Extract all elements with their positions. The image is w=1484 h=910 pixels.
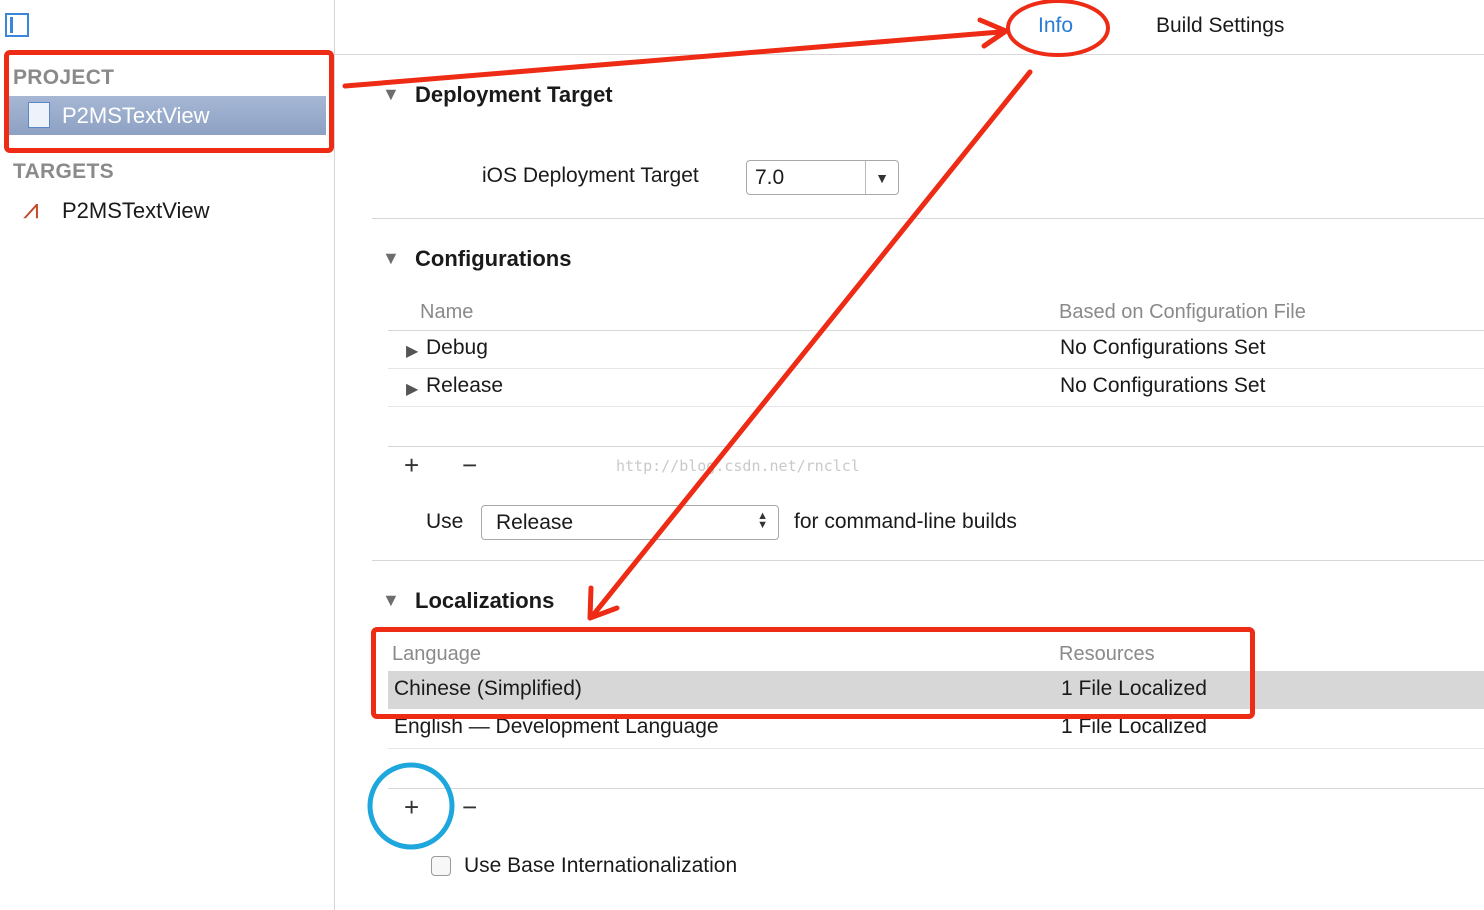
section-divider <box>372 218 1484 219</box>
tab-build-settings[interactable]: Build Settings <box>1156 14 1284 38</box>
deployment-disclosure-icon[interactable]: ▼ <box>382 84 400 105</box>
disclosure-triangle-icon[interactable]: ▶ <box>406 379 418 399</box>
chevron-down-icon[interactable]: ▼ <box>865 161 898 194</box>
annotation-project-box <box>4 50 334 153</box>
remove-localization-button[interactable]: − <box>462 792 477 823</box>
command-line-config-value: Release <box>496 511 574 534</box>
annotation-arrowhead-info <box>977 17 1009 49</box>
ios-deployment-value: 7.0 <box>755 166 785 189</box>
config-name: Debug <box>426 336 488 359</box>
add-localization-button[interactable]: + <box>404 792 419 823</box>
section-divider <box>372 560 1484 561</box>
annotation-arrowhead-localizations <box>587 585 620 621</box>
localizations-disclosure-icon[interactable]: ▼ <box>382 590 400 611</box>
col-header-name[interactable]: Name <box>420 301 473 324</box>
annotation-arrow-to-info <box>342 29 1003 89</box>
base-internationalization-label: Use Base Internationalization <box>464 854 738 877</box>
configurations-disclosure-icon[interactable]: ▼ <box>382 248 400 269</box>
ios-deployment-combobox[interactable]: 7.0 ▼ <box>746 160 899 195</box>
config-file: No Configurations Set <box>1060 336 1266 359</box>
sidebar-toggle-icon[interactable] <box>5 13 29 37</box>
table-row[interactable]: ▶ Debug No Configurations Set <box>388 331 1484 368</box>
config-file: No Configurations Set <box>1060 374 1266 397</box>
sidebar-item-target[interactable]: ⩘ P2MSTextView <box>8 192 326 230</box>
tab-info[interactable]: Info <box>1038 14 1073 38</box>
ios-deployment-label: iOS Deployment Target <box>482 164 699 187</box>
config-name: Release <box>426 374 504 397</box>
use-label: Use <box>426 510 464 533</box>
row-divider <box>388 406 1484 407</box>
sidebar-item-label: P2MSTextView <box>62 198 210 223</box>
table-bottom-divider <box>388 788 1484 789</box>
base-internationalization-checkbox[interactable] <box>431 856 451 876</box>
table-bottom-divider <box>388 446 1484 447</box>
annotation-localization-box <box>371 627 1255 719</box>
add-configuration-button[interactable]: + <box>404 450 419 481</box>
remove-configuration-button[interactable]: − <box>462 450 477 481</box>
popup-stepper-icon: ▲ ▼ <box>757 510 768 531</box>
configurations-section-title: Configurations <box>415 246 572 271</box>
command-line-config-popup[interactable]: Release ▲ ▼ <box>481 505 779 540</box>
app-target-icon: ⩘ <box>23 193 39 224</box>
tab-bar-divider <box>334 54 1484 55</box>
localizations-section-title: Localizations <box>415 588 555 613</box>
row-divider <box>388 748 1484 749</box>
targets-section-header: TARGETS <box>13 160 114 183</box>
disclosure-triangle-icon[interactable]: ▶ <box>406 341 418 361</box>
col-header-config-file[interactable]: Based on Configuration File <box>1059 301 1306 324</box>
watermark-text: http://blog.csdn.net/rnclcl <box>616 457 860 475</box>
table-row[interactable]: ▶ Release No Configurations Set <box>388 369 1484 406</box>
command-line-suffix: for command-line builds <box>794 510 1017 533</box>
deployment-section-title: Deployment Target <box>415 82 613 107</box>
